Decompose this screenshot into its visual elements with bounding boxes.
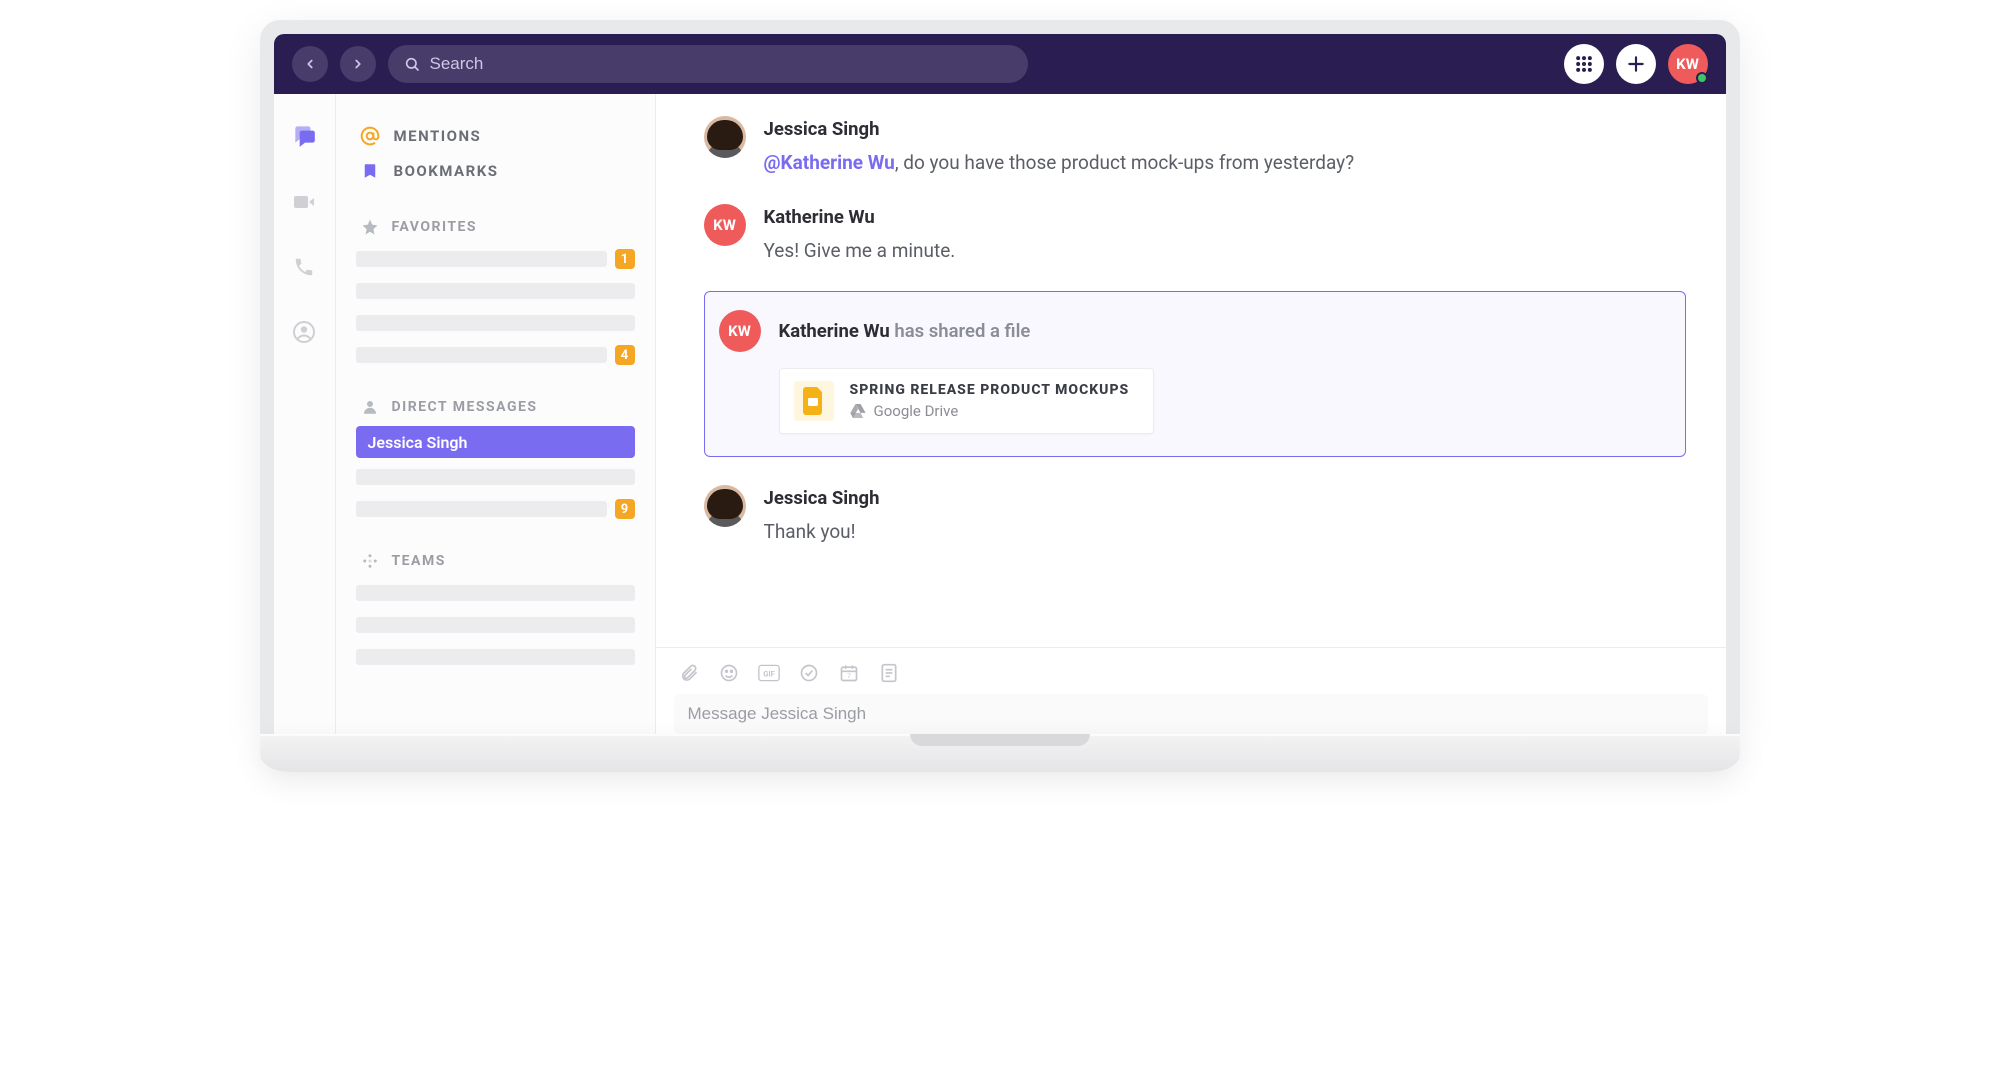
- sidebar-favorites-header[interactable]: FAVORITES: [356, 214, 635, 240]
- message-text: @Katherine Wu, do you have those product…: [764, 150, 1686, 176]
- search-container[interactable]: [388, 45, 1028, 83]
- file-source: Google Drive: [874, 402, 959, 420]
- laptop-base: [260, 734, 1740, 772]
- rail-phone-icon[interactable]: [293, 256, 315, 278]
- unread-badge: 4: [615, 345, 635, 365]
- note-icon[interactable]: [878, 662, 900, 684]
- topbar: KW: [274, 34, 1726, 94]
- sidebar-favorites-label: FAVORITES: [392, 219, 478, 235]
- search-icon: [404, 56, 420, 72]
- laptop-frame: KW: [260, 20, 1740, 772]
- file-name: SPRING RELEASE PRODUCT MOCKUPS: [850, 382, 1130, 398]
- nav-rail: [274, 94, 336, 734]
- avatar-katherine: KW: [719, 310, 761, 352]
- search-input[interactable]: [430, 54, 1012, 74]
- google-drive-icon: [850, 404, 866, 418]
- message-list: Jessica Singh @Katherine Wu, do you have…: [656, 94, 1726, 647]
- person-icon: [360, 398, 380, 416]
- sidebar-dm-header[interactable]: DIRECT MESSAGES: [356, 394, 635, 420]
- sidebar-teams-header[interactable]: TEAMS: [356, 548, 635, 574]
- current-user-avatar[interactable]: KW: [1668, 44, 1708, 84]
- file-attachment[interactable]: SPRING RELEASE PRODUCT MOCKUPS Google Dr…: [779, 368, 1155, 434]
- rail-profile-icon[interactable]: [292, 320, 316, 344]
- unread-badge: 9: [615, 499, 635, 519]
- message: Jessica Singh Thank you!: [704, 485, 1686, 545]
- new-button[interactable]: [1616, 44, 1656, 84]
- google-slides-icon: [794, 381, 834, 421]
- svg-text:GIF: GIF: [763, 669, 775, 678]
- gif-icon[interactable]: GIF: [758, 662, 780, 684]
- dialpad-button[interactable]: [1564, 44, 1604, 84]
- message-author: Jessica Singh: [764, 118, 1686, 140]
- avatar-jessica: [704, 485, 746, 527]
- dm-item[interactable]: [356, 464, 635, 490]
- star-icon: [360, 218, 380, 236]
- sidebar-dm-label: DIRECT MESSAGES: [392, 399, 538, 415]
- favorites-item[interactable]: [356, 278, 635, 304]
- favorites-item[interactable]: [356, 310, 635, 336]
- avatar-jessica: [704, 116, 746, 158]
- task-icon[interactable]: [798, 662, 820, 684]
- sidebar-bookmarks-label: BOOKMARKS: [394, 162, 499, 180]
- favorites-item[interactable]: 1: [356, 246, 635, 272]
- attach-icon[interactable]: [678, 662, 700, 684]
- screen-bezel: KW: [260, 20, 1740, 734]
- share-author: Katherine Wu: [779, 320, 890, 342]
- presence-online-icon: [1696, 72, 1708, 84]
- nav-back-button[interactable]: [292, 46, 328, 82]
- message-text: Yes! Give me a minute.: [764, 238, 1686, 264]
- unread-badge: 1: [615, 249, 635, 269]
- sidebar-bookmarks[interactable]: BOOKMARKS: [356, 154, 635, 188]
- svg-text:7: 7: [847, 672, 851, 680]
- nav-forward-button[interactable]: [340, 46, 376, 82]
- team-item[interactable]: [356, 612, 635, 638]
- message-author: Katherine Wu: [764, 206, 1686, 228]
- dm-item-active[interactable]: Jessica Singh: [356, 426, 635, 458]
- team-item[interactable]: [356, 580, 635, 606]
- sidebar-mentions[interactable]: MENTIONS: [356, 118, 635, 154]
- mention[interactable]: @Katherine Wu: [764, 151, 895, 174]
- bookmark-icon: [360, 162, 380, 180]
- sidebar-mentions-label: MENTIONS: [394, 127, 482, 145]
- emoji-icon[interactable]: [718, 662, 740, 684]
- message-author: Jessica Singh: [764, 487, 1686, 509]
- team-item[interactable]: [356, 644, 635, 670]
- dm-active-name: Jessica Singh: [368, 433, 468, 452]
- rail-chat-icon[interactable]: [291, 122, 317, 148]
- composer-input[interactable]: [674, 694, 1708, 734]
- avatar-katherine: KW: [704, 204, 746, 246]
- message: KW Katherine Wu Yes! Give me a minute.: [704, 204, 1686, 264]
- sidebar-teams-label: TEAMS: [392, 553, 446, 569]
- avatar-initials: KW: [1676, 55, 1699, 73]
- calendar-icon[interactable]: 7: [838, 662, 860, 684]
- at-icon: [360, 126, 380, 146]
- teams-icon: [360, 552, 380, 570]
- rail-video-icon[interactable]: [292, 190, 316, 214]
- dm-item[interactable]: 9: [356, 496, 635, 522]
- message: Jessica Singh @Katherine Wu, do you have…: [704, 116, 1686, 176]
- share-action: has shared a file: [894, 320, 1030, 342]
- message-text: Thank you!: [764, 519, 1686, 545]
- composer: GIF 7: [656, 647, 1726, 734]
- favorites-item[interactable]: 4: [356, 342, 635, 368]
- chat-main: Jessica Singh @Katherine Wu, do you have…: [656, 94, 1726, 734]
- sidebar: MENTIONS BOOKMARKS FAVORITES: [336, 94, 656, 734]
- file-share-card: KW Katherine Wu has shared a file: [704, 291, 1686, 457]
- app-window: KW: [274, 34, 1726, 734]
